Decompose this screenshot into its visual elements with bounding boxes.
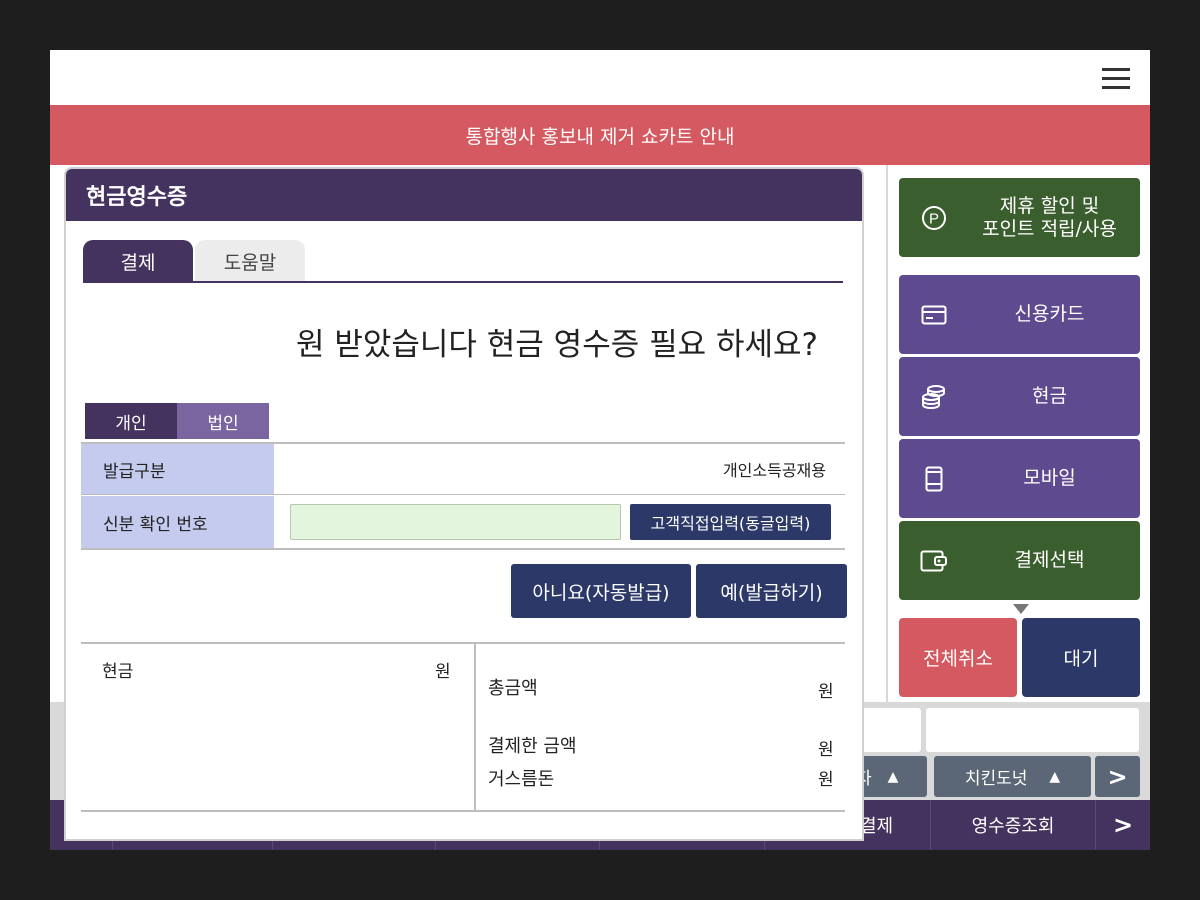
change-amount-unit: 원 — [818, 770, 834, 790]
credit-card-button[interactable]: 신용카드 — [899, 275, 1140, 354]
receipt-lookup-button[interactable]: 영수증조회 — [931, 800, 1095, 850]
amount-box-secondary[interactable] — [926, 708, 1139, 752]
divider — [81, 642, 845, 644]
divider — [886, 165, 888, 702]
wallet-icon — [899, 550, 969, 572]
chevron-right-icon: > — [1112, 811, 1134, 839]
cancel-all-button[interactable]: 전체취소 — [899, 618, 1017, 697]
credit-card-label: 신용카드 — [1014, 303, 1085, 325]
point-p-icon: P — [899, 205, 969, 231]
mobile-phone-icon — [899, 466, 969, 492]
tab-help[interactable]: 도움말 — [195, 240, 305, 282]
paid-amount-unit: 원 — [818, 740, 834, 760]
cash-amount-unit: 원 — [435, 662, 451, 682]
change-amount-label: 거스름돈 — [488, 769, 555, 790]
segment-corporate[interactable]: 법인 — [177, 403, 269, 439]
wait-button[interactable]: 대기 — [1022, 618, 1140, 697]
category-chicken-donut[interactable]: 치킨도넛 ▲ — [934, 756, 1091, 797]
cash-receipt-dialog: 현금영수증 결제 도움말 원 받았습니다 현금 영수증 필요 하세요? 개인 법… — [64, 167, 864, 841]
chevron-right-icon: > — [1107, 762, 1128, 791]
partner-label: 제휴 할인 및 포인트 적립/사용 — [969, 195, 1140, 241]
arrow-up-icon: ▲ — [887, 768, 899, 785]
bottom-next-button[interactable]: > — [1096, 800, 1150, 850]
divider — [81, 494, 845, 495]
tab-underline — [83, 281, 843, 283]
mobile-label: 모바일 — [1023, 467, 1076, 489]
dropdown-caret-icon — [1013, 604, 1029, 614]
coin-stack-icon — [899, 383, 969, 411]
customer-direct-input-button[interactable]: 고객직접입력(동글입력) — [630, 504, 831, 540]
cash-label: 현금 — [1032, 385, 1067, 407]
bottom-pay-button[interactable]: 결제 — [860, 800, 893, 850]
id-number-input[interactable] — [290, 504, 621, 540]
partner-label-line1: 제휴 할인 및 — [999, 194, 1100, 217]
no-auto-issue-button[interactable]: 아니요(자동발급) — [511, 564, 691, 618]
svg-text:P: P — [929, 210, 939, 227]
divider — [474, 642, 476, 811]
tab-pay[interactable]: 결제 — [83, 240, 193, 282]
issue-type-label: 발급구분 — [81, 444, 274, 494]
notice-banner[interactable]: 통합행사 홍보내 제거 쇼카트 안내 — [50, 105, 1150, 165]
paid-amount-label: 결제한 금액 — [488, 736, 577, 757]
payment-select-label: 결제선택 — [1014, 549, 1085, 571]
divider — [81, 548, 845, 550]
segment-personal[interactable]: 개인 — [85, 403, 177, 439]
cash-amount-label: 현금 — [102, 662, 134, 682]
category-label: 치킨도넛 — [964, 769, 1028, 789]
total-amount-label: 총금액 — [488, 678, 538, 699]
pos-screen: 통합행사 홍보내 제거 쇼카트 안내 P 제휴 할인 및 포인트 적립/사용 신… — [50, 50, 1150, 850]
partner-discount-button[interactable]: P 제휴 할인 및 포인트 적립/사용 — [899, 178, 1140, 257]
arrow-up-icon: ▲ — [1049, 768, 1061, 785]
mobile-button[interactable]: 모바일 — [899, 439, 1140, 518]
category-next-button[interactable]: > — [1095, 756, 1140, 797]
top-bar — [50, 50, 1150, 105]
divider — [81, 810, 845, 812]
dialog-title: 현금영수증 — [66, 169, 862, 221]
id-number-label: 신분 확인 번호 — [81, 496, 274, 548]
hamburger-menu-icon[interactable] — [1102, 65, 1132, 91]
receipt-question: 원 받았습니다 현금 영수증 필요 하세요? — [295, 327, 818, 363]
partner-label-line2: 포인트 적립/사용 — [982, 217, 1117, 240]
yes-issue-button[interactable]: 예(발급하기) — [696, 564, 847, 618]
payment-select-button[interactable]: 결제선택 — [899, 521, 1140, 600]
total-amount-unit: 원 — [818, 682, 834, 702]
issue-type-value[interactable]: 개인소득공재용 — [286, 444, 826, 494]
cash-button[interactable]: 현금 — [899, 357, 1140, 436]
credit-card-icon — [899, 305, 969, 325]
